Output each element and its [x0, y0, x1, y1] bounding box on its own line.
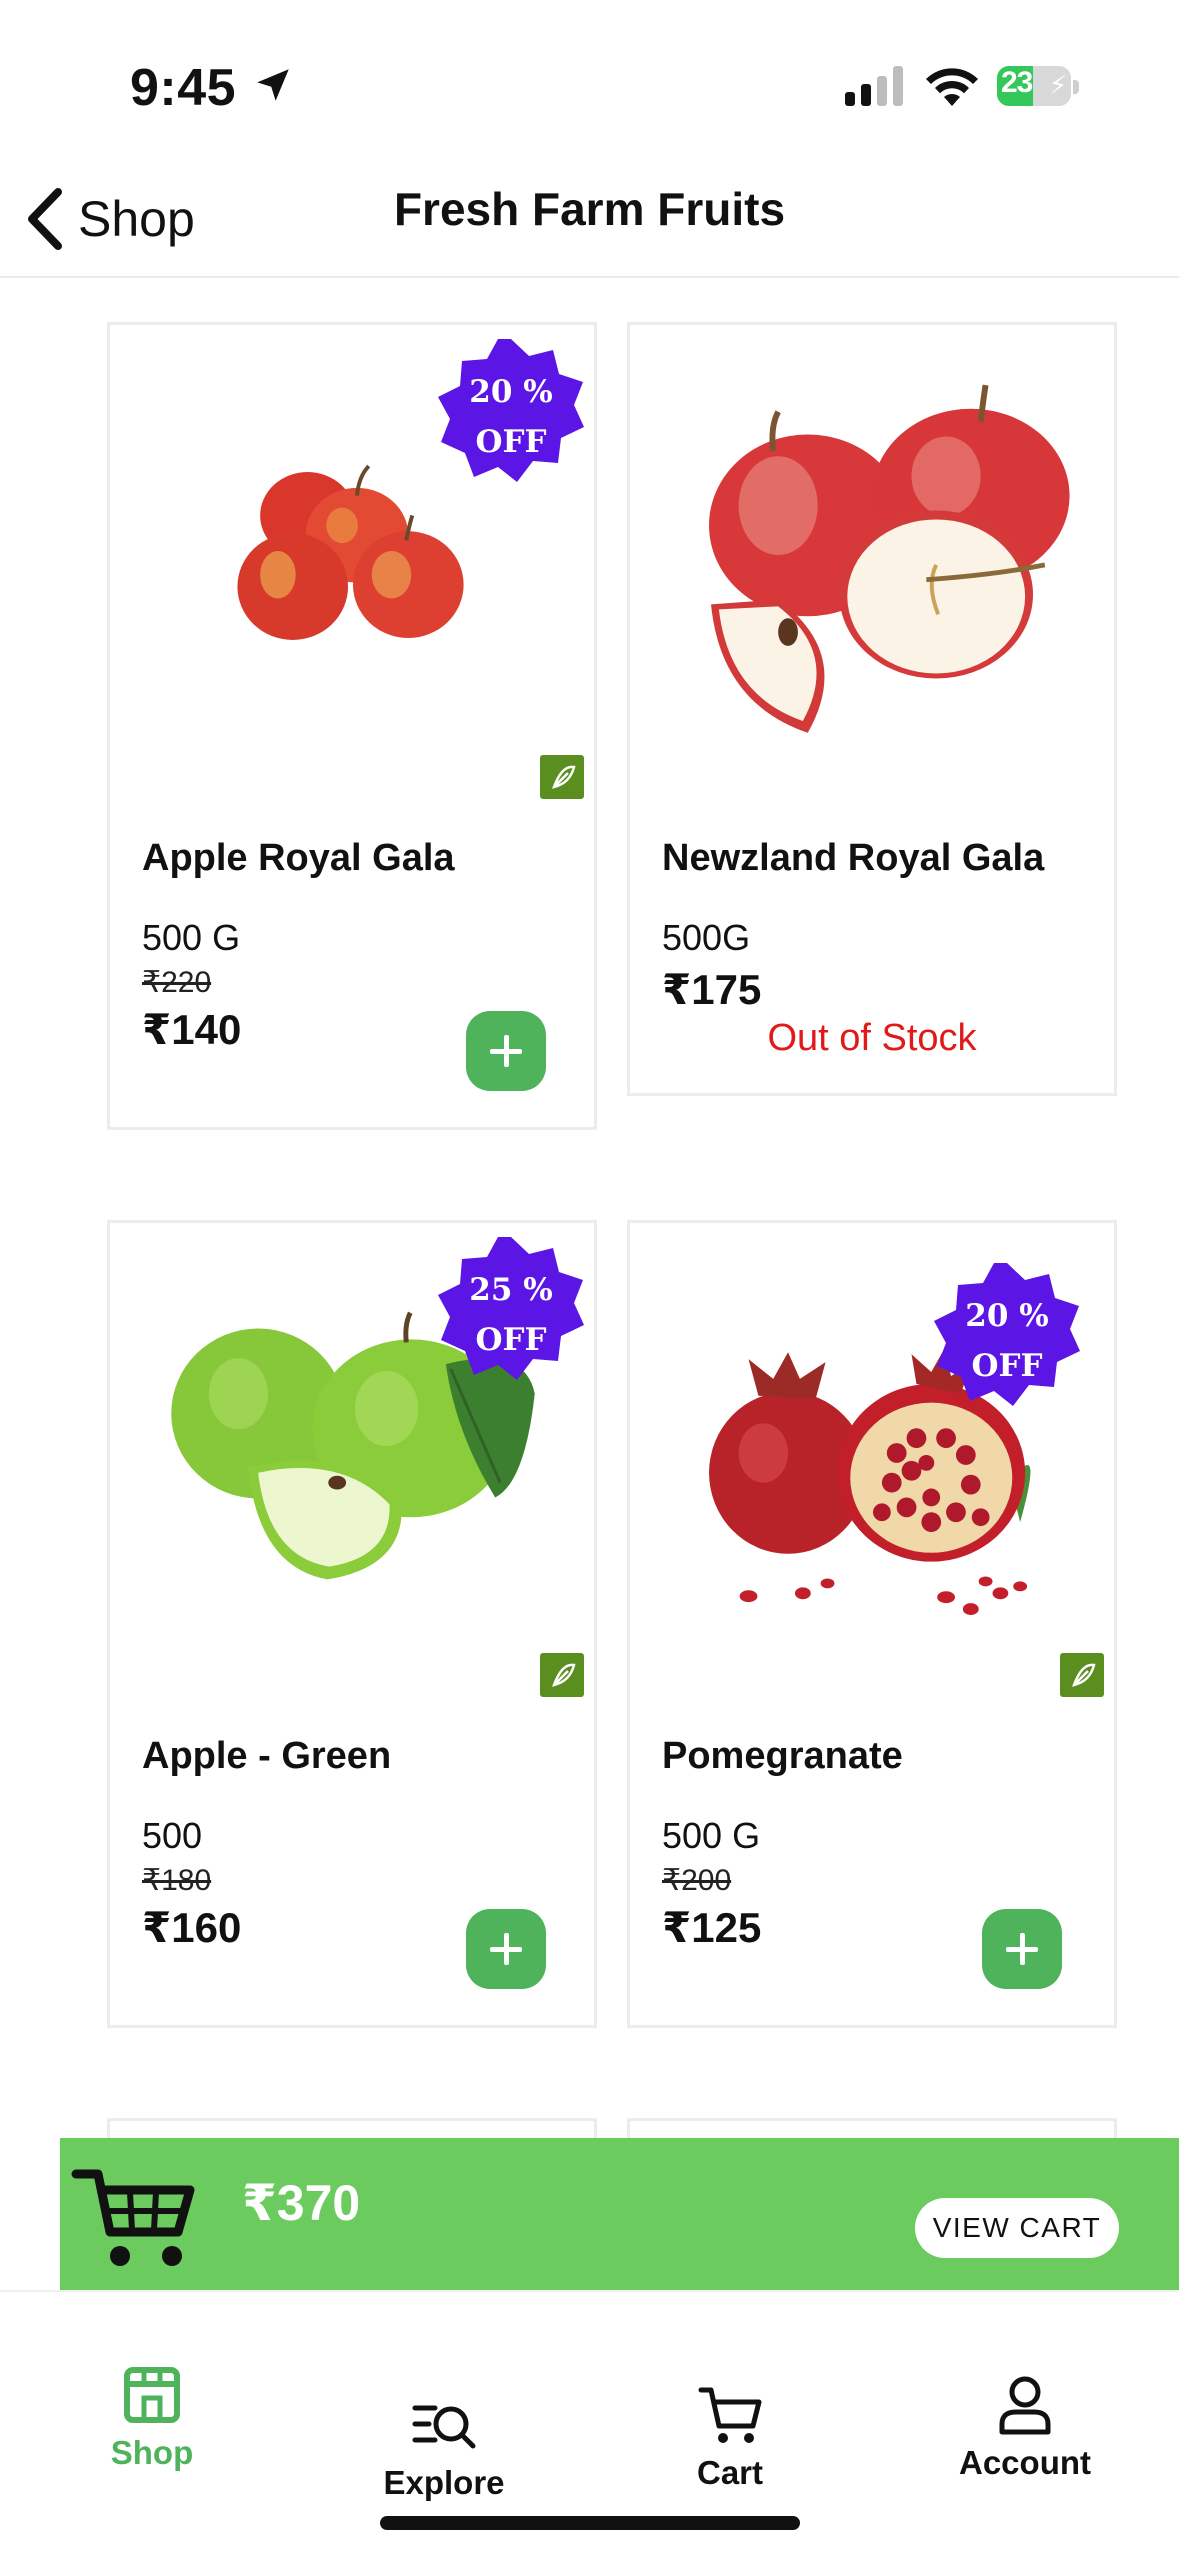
product-name: Pomegranate [662, 1735, 903, 1777]
discount-badge: 20 % OFF [438, 339, 584, 485]
discount-percent: 20 % [469, 374, 553, 410]
tab-account[interactable]: Account [955, 2372, 1095, 2532]
product-card[interactable]: 25 % OFF Apple - Green 500 ₹180 ₹160 [107, 1220, 597, 2028]
page-title-text: Fresh Farm Fruits [393, 183, 786, 235]
charging-bolt-icon: ⚡ [1049, 70, 1068, 100]
cart-summary-bar[interactable]: ₹370 VIEW CART [60, 2138, 1179, 2290]
cart-total: ₹370 [242, 2175, 361, 2231]
view-cart-button[interactable]: VIEW CART [915, 2198, 1119, 2258]
status-bar: 9:45 23 ⚡ [0, 0, 1179, 160]
cart-icon [71, 2169, 195, 2266]
discount-off-label: OFF [475, 1322, 547, 1358]
product-name: Apple - Green [142, 1735, 392, 1777]
navigation-bar: Shop Fresh Farm Fruits [0, 160, 1179, 278]
product-price: ₹175 [662, 966, 762, 1013]
wifi-icon [926, 68, 978, 106]
add-to-cart-button[interactable] [466, 1909, 546, 1989]
product-price: ₹160 [142, 1904, 242, 1951]
battery-icon: 23 ⚡ [997, 62, 1079, 110]
product-mrp: ₹180 [142, 1864, 212, 1897]
discount-percent: 20 % [965, 1298, 1049, 1334]
store-icon [124, 2367, 180, 2423]
discount-off-label: OFF [475, 424, 547, 460]
tab-label: Explore [383, 2464, 505, 2501]
home-indicator[interactable] [380, 2516, 800, 2530]
page-title: Fresh Farm Fruits [0, 182, 1179, 236]
discount-badge: 20 % OFF [934, 1263, 1080, 1409]
cart-icon [698, 2387, 762, 2443]
add-to-cart-button[interactable] [982, 1909, 1062, 1989]
discount-percent: 25 % [469, 1272, 553, 1308]
tab-label: Account [959, 2444, 1091, 2481]
search-list-icon [412, 2405, 476, 2449]
product-weight: 500 G [142, 917, 241, 958]
add-to-cart-button[interactable] [466, 1011, 546, 1091]
discount-off-label: OFF [971, 1348, 1043, 1384]
product-mrp: ₹220 [142, 966, 212, 999]
product-price: ₹140 [142, 1006, 242, 1053]
product-card[interactable]: 20 % OFF Pomegranate 500 G ₹200 ₹125 [627, 1220, 1117, 2028]
cellular-signal-icon [845, 66, 903, 106]
leaf-icon [540, 755, 584, 799]
product-mrp: ₹200 [662, 1864, 732, 1897]
leaf-icon [1060, 1653, 1104, 1697]
product-card[interactable]: 20 % OFF Apple Royal Gala 500 G ₹220 ₹140 [107, 322, 597, 1130]
tab-label: Cart [696, 2454, 764, 2491]
discount-badge: 25 % OFF [438, 1237, 584, 1383]
product-name: Apple Royal Gala [142, 837, 455, 879]
product-card[interactable]: Newzland Royal Gala 500G ₹175 Out of Sto… [627, 322, 1117, 1096]
out-of-stock-label: Out of Stock [767, 1017, 977, 1059]
tab-label: Shop [110, 2434, 194, 2471]
product-weight: 500 G [662, 1815, 761, 1856]
tab-shop[interactable]: Shop [100, 2362, 204, 2522]
user-icon [999, 2376, 1051, 2435]
product-name: Newzland Royal Gala [662, 837, 1045, 879]
leaf-icon [540, 1653, 584, 1697]
product-weight: 500 [142, 1815, 203, 1856]
product-price: ₹125 [662, 1904, 762, 1951]
product-weight: 500G [662, 917, 751, 958]
battery-level: 23 [1001, 66, 1033, 99]
status-time: 9:45 [130, 59, 237, 117]
location-arrow-icon [257, 69, 289, 101]
sliced-apples-image [709, 384, 1070, 733]
